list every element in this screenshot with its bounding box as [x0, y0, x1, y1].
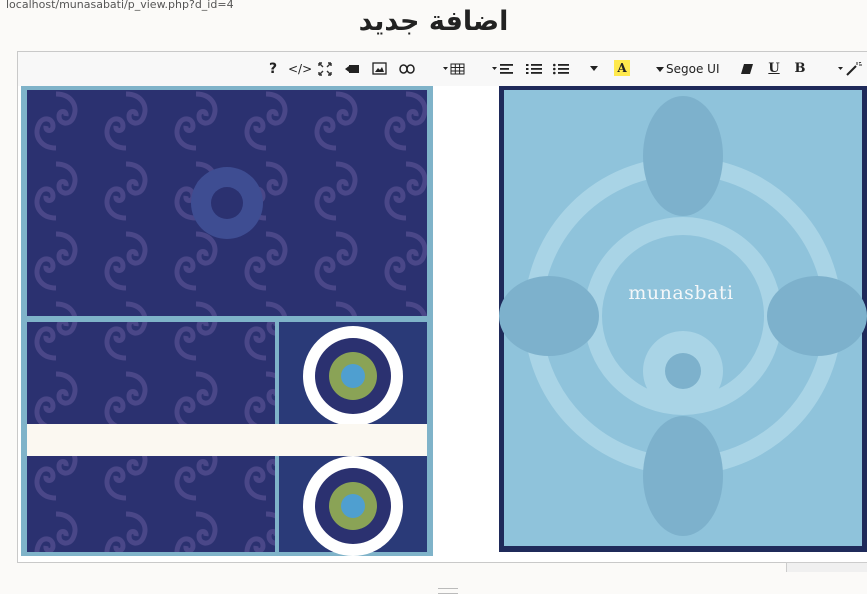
table-button[interactable]: [443, 60, 467, 78]
font-name-dropdown[interactable]: Segoe UI: [656, 60, 728, 78]
underline-button[interactable]: U: [766, 60, 782, 78]
help-button[interactable]: ?: [266, 60, 280, 78]
video-icon: [345, 65, 359, 73]
editor-resize-handle[interactable]: [438, 588, 458, 594]
editor-content[interactable]: munasbati: [18, 86, 867, 594]
magic-button[interactable]: [838, 60, 864, 78]
image-icon: [372, 62, 387, 75]
editor-toolbar: ? </> A Segoe UI U B: [18, 52, 867, 87]
clear-format-button[interactable]: [740, 60, 756, 78]
link-button[interactable]: [399, 60, 419, 78]
color-dropdown-button[interactable]: [590, 60, 600, 78]
image-button[interactable]: [372, 60, 390, 78]
caret-down-icon: [656, 66, 664, 72]
rich-text-editor[interactable]: ? </> A Segoe UI U B munasbati: [17, 51, 867, 594]
paragraph-align-button[interactable]: [492, 60, 516, 78]
bold-button[interactable]: B: [792, 60, 808, 78]
table-icon: [443, 63, 465, 75]
eraser-icon: [741, 64, 753, 74]
fullscreen-icon: [318, 62, 332, 76]
unordered-list-icon: [553, 63, 569, 75]
video-button[interactable]: [344, 60, 362, 78]
link-icon: [399, 64, 415, 74]
ordered-list-button[interactable]: [526, 60, 544, 78]
font-name-label: Segoe UI: [666, 62, 720, 76]
fullscreen-button[interactable]: [318, 60, 334, 78]
caret-down-icon: [590, 66, 598, 71]
invitation-cover: [499, 86, 867, 552]
ordered-list-icon: [526, 64, 542, 74]
invitation-inner-page: [21, 86, 433, 556]
page-title: اضافة جديد: [358, 6, 509, 37]
unordered-list-button[interactable]: [553, 60, 571, 78]
code-view-button[interactable]: </>: [288, 60, 312, 78]
align-icon: [492, 64, 513, 74]
card-brand-text: munasbati: [628, 282, 734, 304]
magic-wand-icon: [838, 62, 862, 76]
highlight-color-button[interactable]: A: [614, 60, 630, 76]
